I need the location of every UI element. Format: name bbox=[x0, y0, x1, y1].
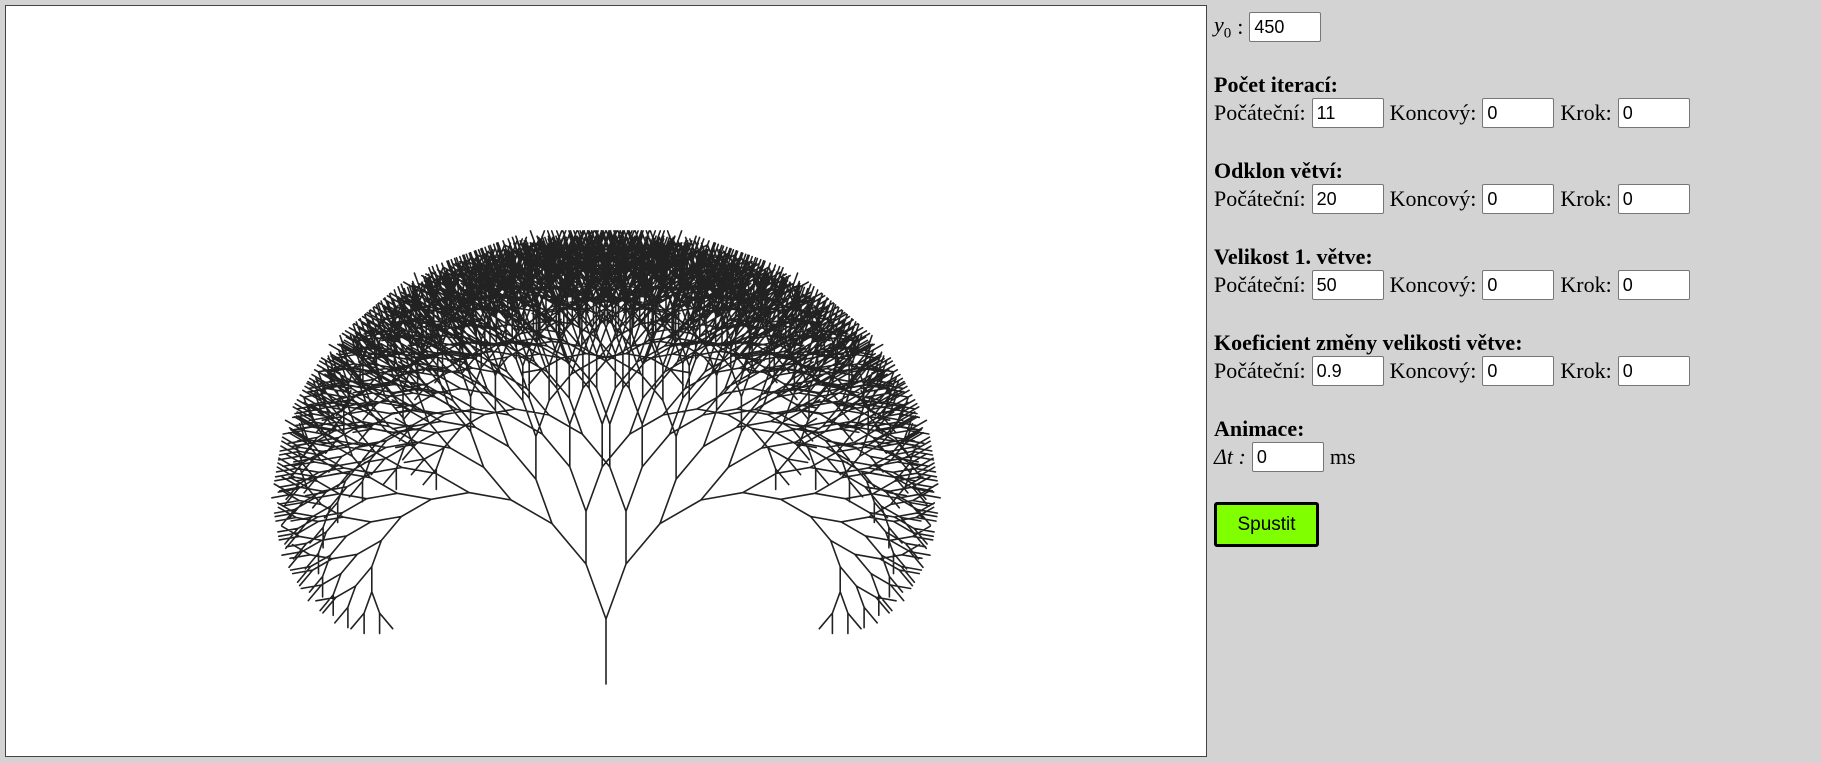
dt-unit: ms bbox=[1329, 444, 1356, 469]
step-label: Krok: bbox=[1560, 186, 1612, 211]
y0-input[interactable] bbox=[1249, 12, 1322, 43]
iterations-row: Počáteční: Koncový: Krok: bbox=[1214, 98, 1696, 128]
iterations-start-input[interactable] bbox=[1311, 98, 1384, 128]
end-label: Koncový: bbox=[1389, 186, 1477, 211]
ratio-step-input[interactable] bbox=[1617, 356, 1690, 386]
angle-start-input[interactable] bbox=[1311, 184, 1384, 214]
ratio-start-input[interactable] bbox=[1311, 356, 1384, 386]
angle-step-input[interactable] bbox=[1617, 184, 1690, 214]
step-label: Krok: bbox=[1560, 100, 1612, 125]
start-label: Počáteční: bbox=[1214, 358, 1306, 383]
animation-title: Animace: bbox=[1214, 416, 1305, 441]
animation-row: Δt : ms bbox=[1214, 442, 1356, 472]
dt-input[interactable] bbox=[1251, 442, 1324, 472]
angle-end-input[interactable] bbox=[1482, 184, 1555, 214]
iterations-step-input[interactable] bbox=[1617, 98, 1690, 128]
ratio-title: Koeficient změny velikosti větve: bbox=[1214, 330, 1523, 355]
start-label: Počáteční: bbox=[1214, 186, 1306, 211]
angle-title: Odklon větví: bbox=[1214, 158, 1343, 183]
step-label: Krok: bbox=[1560, 358, 1612, 383]
step-label: Krok: bbox=[1560, 272, 1612, 297]
ratio-end-input[interactable] bbox=[1482, 356, 1555, 386]
y0-label: y0 bbox=[1214, 12, 1232, 42]
start-label: Počáteční: bbox=[1214, 272, 1306, 297]
angle-row: Počáteční: Koncový: Krok: bbox=[1214, 184, 1696, 214]
iterations-end-input[interactable] bbox=[1482, 98, 1555, 128]
iterations-title: Počet iterací: bbox=[1214, 72, 1338, 97]
y0-colon: : bbox=[1237, 14, 1244, 40]
start-label: Počáteční: bbox=[1214, 100, 1306, 125]
end-label: Koncový: bbox=[1389, 358, 1477, 383]
ratio-row: Počáteční: Koncový: Krok: bbox=[1214, 356, 1696, 386]
branch-size-title: Velikost 1. větve: bbox=[1214, 244, 1373, 269]
branch-size-start-input[interactable] bbox=[1311, 270, 1384, 300]
end-label: Koncový: bbox=[1389, 272, 1477, 297]
branch-size-end-input[interactable] bbox=[1482, 270, 1555, 300]
y0-row: y0 : bbox=[1214, 12, 1327, 43]
fractal-tree bbox=[271, 230, 941, 685]
dt-label: Δt : bbox=[1214, 444, 1246, 469]
tree-canvas bbox=[5, 5, 1207, 757]
branch-size-row: Počáteční: Koncový: Krok: bbox=[1214, 270, 1696, 300]
branch-size-step-input[interactable] bbox=[1617, 270, 1690, 300]
start-button[interactable]: Spustit bbox=[1214, 502, 1319, 547]
end-label: Koncový: bbox=[1389, 100, 1477, 125]
